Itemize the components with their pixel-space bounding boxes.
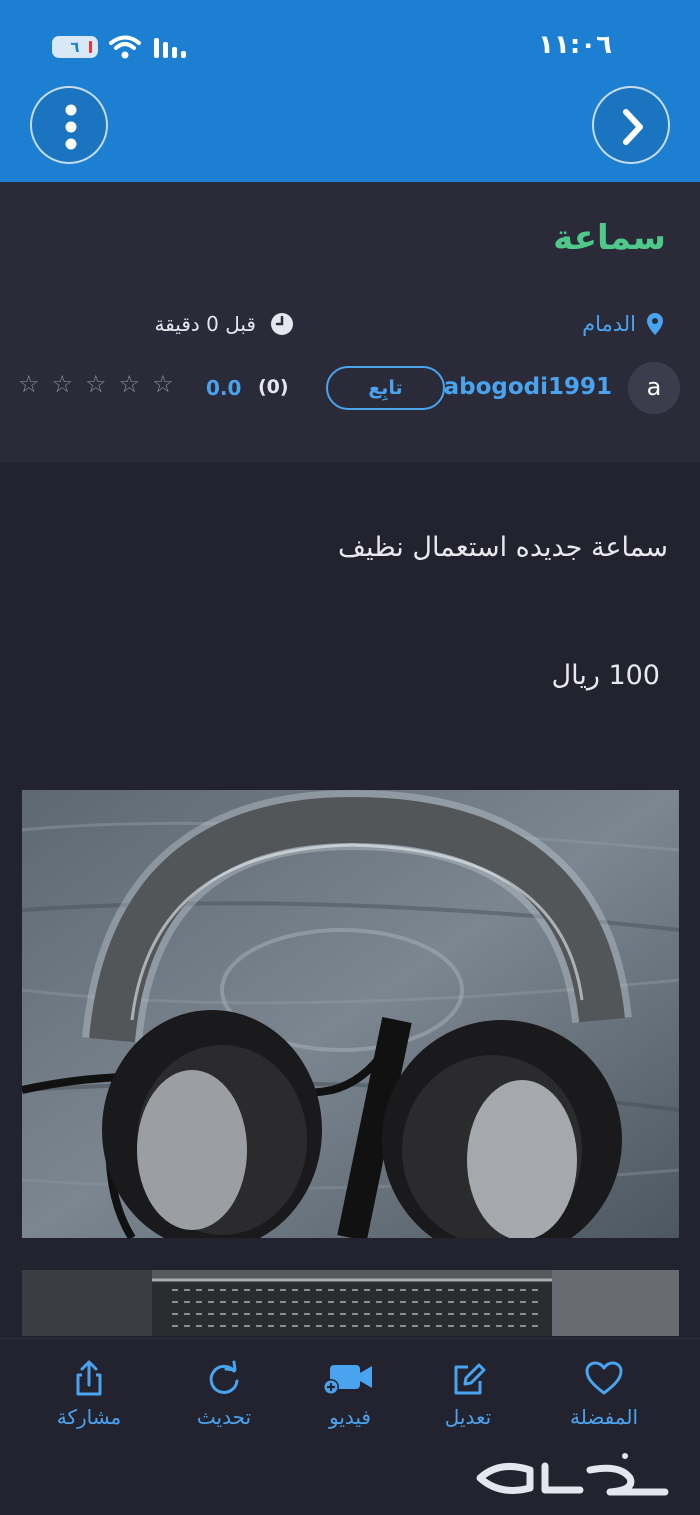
status-time: ١١:٠٦ (538, 30, 612, 60)
heart-icon (585, 1361, 623, 1395)
favorite-label: المفضلة (569, 1405, 639, 1429)
listing-photo[interactable] (22, 790, 679, 1238)
top-header: ٦ ١١:٠٦ (0, 0, 700, 182)
more-options-button[interactable] (30, 86, 108, 164)
avatar[interactable]: a (628, 362, 680, 414)
follow-button[interactable]: تابِع (326, 366, 445, 410)
seller-username[interactable]: abogodi1991 (444, 374, 612, 400)
refresh-label: تحديث (196, 1405, 252, 1429)
listing-photo-2[interactable] (22, 1270, 679, 1336)
video-label: فيديو (329, 1405, 371, 1429)
clock-icon (271, 313, 293, 335)
favorite-button[interactable]: المفضلة (544, 1339, 664, 1449)
signal-icon (154, 38, 186, 58)
edit-label: تعديل (444, 1405, 492, 1429)
listing-description: سماعة جديده استعمال نظيف (338, 532, 668, 563)
time-row: قبل 0 دقيقة (154, 312, 294, 336)
location-label: الدمام (582, 312, 636, 336)
video-plus-icon (323, 1365, 372, 1395)
headphones-photo (22, 790, 679, 1238)
star-icon: ☆ (152, 370, 174, 398)
haraj-logo (476, 1453, 669, 1496)
rating-count: (0) (258, 376, 289, 398)
refresh-icon (209, 1360, 239, 1394)
rating-value: 0.0 (206, 376, 242, 400)
bottom-action-bar: مشاركة تحديث فيديو تعديل المفضلة (0, 1338, 700, 1448)
listing-title: سماعة (553, 218, 666, 258)
rating-stars: ☆ ☆ ☆ ☆ ☆ (18, 372, 174, 396)
share-label: مشاركة (56, 1405, 122, 1429)
edit-icon (454, 1363, 486, 1395)
location-row[interactable]: الدمام (582, 312, 664, 336)
star-icon: ☆ (118, 370, 141, 398)
time-ago: قبل 0 دقيقة (154, 312, 256, 336)
mesh-photo (22, 1270, 679, 1336)
listing-price: 100 ريال (551, 660, 660, 691)
star-icon: ☆ (85, 370, 107, 398)
chevron-right-icon (623, 109, 643, 145)
listing-info-panel: سماعة الدمام قبل 0 دقيقة a abogodi1991 ت… (0, 182, 700, 462)
battery-icon: ٦ (52, 36, 98, 58)
location-pin-icon (647, 313, 663, 335)
share-button[interactable]: مشاركة (29, 1339, 149, 1449)
more-vertical-icon (65, 104, 77, 150)
share-icon (76, 1360, 102, 1396)
star-icon: ☆ (51, 370, 74, 398)
video-button[interactable]: فيديو (290, 1339, 410, 1449)
edit-button[interactable]: تعديل (408, 1339, 528, 1449)
star-icon: ☆ (18, 370, 40, 398)
refresh-button[interactable]: تحديث (164, 1339, 284, 1449)
wifi-icon (109, 35, 141, 59)
back-button[interactable] (592, 86, 670, 164)
